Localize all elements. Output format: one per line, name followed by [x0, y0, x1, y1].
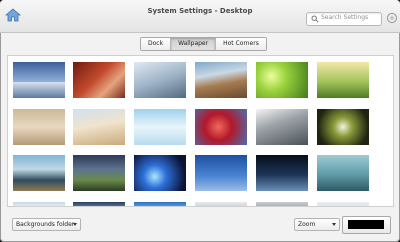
search-input[interactable]: Search Settings: [306, 12, 382, 26]
bottom-bar: Backgrounds folder Zoom: [0, 208, 400, 242]
wallpaper-grid: [7, 55, 394, 207]
wallpaper-thumbnail[interactable]: [134, 62, 186, 98]
chevron-down-icon: [332, 223, 336, 226]
settings-tabs: Dock Wallpaper Hot Corners: [140, 37, 267, 51]
wallpaper-thumbnail[interactable]: [73, 62, 125, 98]
wallpaper-thumbnail[interactable]: [317, 109, 369, 145]
wallpaper-thumbnail[interactable]: [134, 202, 186, 206]
wallpaper-thumbnail[interactable]: [73, 202, 125, 206]
wallpaper-thumbnail[interactable]: [317, 62, 369, 98]
wallpaper-thumbnail[interactable]: [73, 155, 125, 191]
wallpaper-thumbnail[interactable]: [256, 62, 308, 98]
wallpaper-thumbnail[interactable]: [13, 62, 65, 98]
title-bar: System Settings - Desktop Search Setting…: [0, 0, 400, 33]
background-color-button[interactable]: [342, 216, 391, 234]
color-swatch: [348, 220, 384, 229]
folder-dropdown-label: Backgrounds folder: [16, 221, 75, 228]
tab-wallpaper[interactable]: Wallpaper: [171, 38, 217, 50]
wallpaper-thumbnail[interactable]: [195, 202, 247, 206]
wallpaper-thumbnail[interactable]: [195, 109, 247, 145]
wallpaper-thumbnail[interactable]: [256, 109, 308, 145]
wallpaper-thumbnail[interactable]: [256, 155, 308, 191]
wallpaper-thumbnail[interactable]: [256, 202, 308, 206]
wallpaper-thumbnail[interactable]: [195, 155, 247, 191]
wallpaper-thumbnail[interactable]: [134, 109, 186, 145]
wallpaper-thumbnail[interactable]: [13, 155, 65, 191]
wallpaper-thumbnail[interactable]: [317, 202, 369, 206]
tab-dock[interactable]: Dock: [141, 38, 172, 50]
wallpaper-thumbnail[interactable]: [73, 109, 125, 145]
wallpaper-thumbnail[interactable]: [317, 155, 369, 191]
search-icon: [311, 15, 319, 23]
wallpaper-thumbnail[interactable]: [13, 202, 65, 206]
wallpaper-thumbnail[interactable]: [134, 155, 186, 191]
wallpaper-thumbnail[interactable]: [13, 109, 65, 145]
gear-icon[interactable]: [386, 12, 398, 24]
chevron-down-icon: [73, 223, 77, 226]
folder-dropdown[interactable]: Backgrounds folder: [12, 218, 81, 231]
scaling-mode-label: Zoom: [298, 221, 316, 228]
search-placeholder: Search Settings: [321, 14, 369, 21]
tab-hot-corners[interactable]: Hot Corners: [216, 38, 266, 50]
settings-window: System Settings - Desktop Search Setting…: [0, 0, 400, 242]
scaling-mode-dropdown[interactable]: Zoom: [294, 218, 340, 231]
wallpaper-thumbnail[interactable]: [195, 62, 247, 98]
